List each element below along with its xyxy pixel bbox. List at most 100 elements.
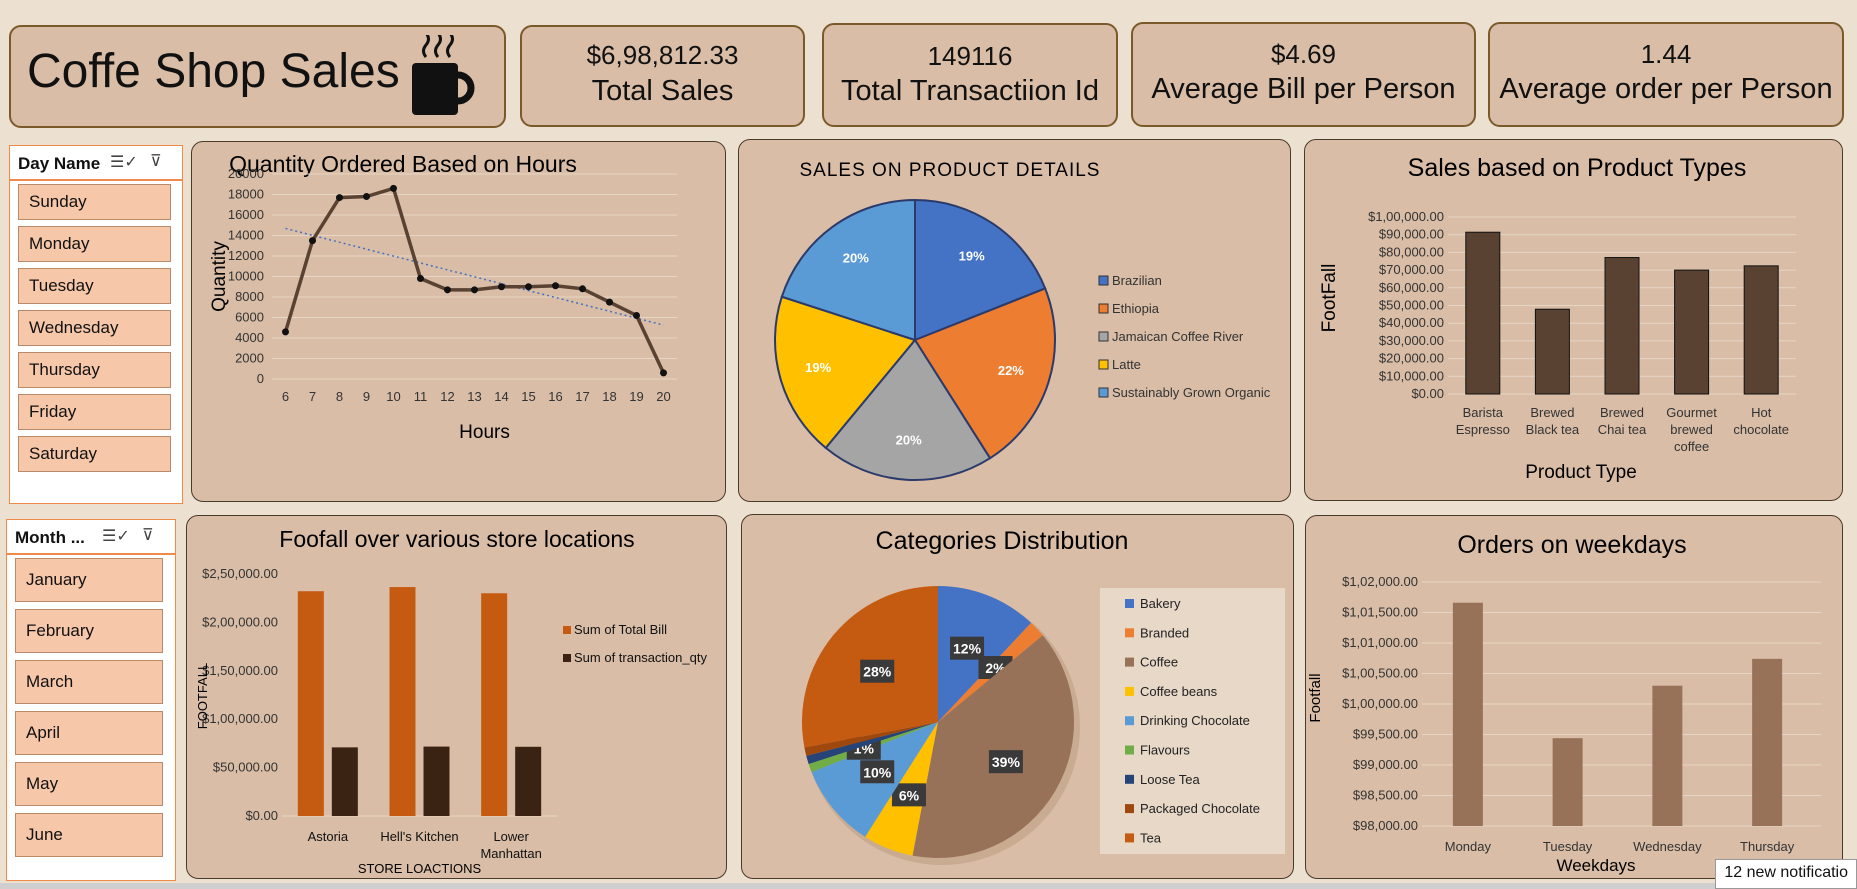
hours-chart-panel: Quantity Ordered Based on Hours 0 2000 4000… <box>191 141 726 502</box>
slicer-item-wednesday[interactable]: Wednesday <box>18 310 171 346</box>
legend-swatch <box>1098 275 1109 286</box>
y-tick-label: $99,500.00 <box>1353 727 1418 742</box>
y-tick-label: 0 <box>257 371 264 386</box>
y-tick-label: $1,01,000.00 <box>1342 635 1418 650</box>
notification-toast[interactable]: 12 new notificatio <box>1715 859 1857 889</box>
sheet-tab-bar[interactable] <box>0 883 1857 889</box>
y-tick-label: $1,00,500.00 <box>1342 666 1418 681</box>
data-point <box>444 286 451 294</box>
x-tick-label: 20 <box>656 389 670 404</box>
kpi-label: Average Bill per Person <box>1151 73 1456 105</box>
product-details-pie-chart: SALES ON PRODUCT DETAILS 19% 22% 20% 19% 20% B… <box>774 160 1271 481</box>
y-tick-label: 4000 <box>235 330 264 345</box>
chart-title: Quantity Ordered Based on Hours <box>229 151 577 177</box>
data-point <box>309 237 316 245</box>
y-tick-label: $1,50,000.00 <box>202 663 278 678</box>
x-tick-label: Wednesday <box>1633 839 1702 854</box>
y-tick-label: $50,000.00 <box>213 760 278 775</box>
x-tick-label: 18 <box>602 389 616 404</box>
slicer-item-february[interactable]: February <box>15 609 163 653</box>
x-tick-label: 10 <box>386 389 400 404</box>
y-axis-label: Quantity <box>209 241 230 312</box>
legend-swatch <box>1125 599 1134 608</box>
legend-swatch <box>1125 628 1134 638</box>
legend-swatch <box>1125 657 1134 667</box>
y-tick-label: $1,02,000.00 <box>1342 574 1418 589</box>
legend-swatch <box>1125 833 1134 843</box>
bar <box>297 591 324 816</box>
kpi-label: Average order per Person <box>1499 73 1833 105</box>
y-axis-label: FootFall <box>1319 264 1340 333</box>
chart-title: Sales based on Product Types <box>1408 154 1747 182</box>
legend-label: Ethiopia <box>1112 301 1160 316</box>
data-label: 28% <box>863 664 892 680</box>
data-point <box>552 282 559 290</box>
x-tick-label: 15 <box>521 389 535 404</box>
categories-chart-panel: Categories Distribution 12% 2% 39% 6% 10% 1% 28… <box>741 514 1294 879</box>
y-tick-label: 10000 <box>228 269 264 284</box>
kpi-label: Total Transactiion Id <box>841 75 1099 107</box>
bar <box>331 747 358 816</box>
legend-swatch <box>1098 331 1109 342</box>
x-axis-label: STORE LOACTIONS <box>358 861 482 876</box>
y-tick-label: $98,000.00 <box>1353 818 1418 833</box>
data-point <box>633 311 640 319</box>
kpi-total-transactions: 149116 Total Transactiion Id <box>822 23 1118 127</box>
legend-swatch <box>563 626 571 634</box>
slicer-item-sunday[interactable]: Sunday <box>18 184 171 220</box>
y-tick-label: $1,00,000.00 <box>1342 696 1418 711</box>
clear-filter-icon[interactable]: ⊽ <box>150 151 162 171</box>
slicer-item-thursday[interactable]: Thursday <box>18 352 171 388</box>
data-label: 6% <box>899 787 920 803</box>
legend-label: Sum of transaction_qty <box>574 650 707 665</box>
slicer-item-january[interactable]: January <box>15 558 163 602</box>
x-tick-label: 19 <box>629 389 643 404</box>
legend-label: Tea <box>1140 830 1162 845</box>
data-point <box>390 184 397 192</box>
legend-label: Coffee <box>1140 655 1178 670</box>
x-tick-label: 17 <box>575 389 589 404</box>
slicer-item-tuesday[interactable]: Tuesday <box>18 268 171 304</box>
legend-swatch <box>1098 387 1109 398</box>
x-tick-label: 12 <box>440 389 454 404</box>
y-tick-label: 16000 <box>228 207 264 222</box>
y-axis-label: Footfall <box>1307 673 1324 722</box>
x-tick-label: Barista Espresso <box>1456 405 1510 437</box>
kpi-average-bill: $4.69 Average Bill per Person <box>1131 22 1476 127</box>
multi-select-icon[interactable]: ☰✓ <box>110 152 138 172</box>
slicer-title: Day Name <box>18 154 101 173</box>
data-point <box>363 193 370 201</box>
weekdays-bar-chart: Orders on weekdays $98,000.00 $98,500.00 $9… <box>1307 531 1821 875</box>
y-tick-label: $1,00,000.00 <box>202 711 278 726</box>
product-types-bar-chart: Sales based on Product Types $0.00 $10,000… <box>1319 154 1796 483</box>
chart-title: SALES ON PRODUCT DETAILS <box>800 160 1101 181</box>
y-tick-label: 20000 <box>228 166 264 181</box>
multi-select-icon[interactable]: ☰✓ <box>102 526 130 546</box>
clear-filter-icon[interactable]: ⊽ <box>142 525 154 545</box>
x-tick-label: Thursday <box>1740 839 1795 854</box>
y-tick-label: 12000 <box>228 248 264 263</box>
y-tick-label: $10,000.00 <box>1379 368 1444 383</box>
x-axis-label: Weekdays <box>1556 856 1635 875</box>
product-details-chart-panel: SALES ON PRODUCT DETAILS 19% 22% 20% 19% 20% B… <box>738 139 1291 502</box>
slicer-item-may[interactable]: May <box>15 762 163 806</box>
legend-label: Loose Tea <box>1140 772 1201 787</box>
y-tick-label: 2000 <box>235 351 264 366</box>
x-tick-label: Lower Manhattan <box>480 829 541 861</box>
data-label: 19% <box>959 249 985 264</box>
y-tick-label: 18000 <box>228 187 264 202</box>
slicer-item-april[interactable]: April <box>15 711 163 755</box>
bar <box>1534 308 1570 395</box>
y-tick-label: $60,000.00 <box>1379 280 1444 295</box>
coffee-cup-icon <box>412 35 475 115</box>
y-tick-label: $90,000.00 <box>1379 227 1444 242</box>
slicer-item-march[interactable]: March <box>15 660 163 704</box>
slicer-item-monday[interactable]: Monday <box>18 226 171 262</box>
slicer-item-saturday[interactable]: Saturday <box>18 436 171 472</box>
slicer-item-june[interactable]: June <box>15 813 163 857</box>
store-locations-bar-chart: Foofall over various store locations $0.0… <box>195 526 707 876</box>
slicer-item-friday[interactable]: Friday <box>18 394 171 430</box>
bar <box>515 746 542 816</box>
page-title: Coffe Shop Sales <box>27 45 400 98</box>
product-types-chart-panel: Sales based on Product Types $0.00 $10,000… <box>1304 139 1843 501</box>
